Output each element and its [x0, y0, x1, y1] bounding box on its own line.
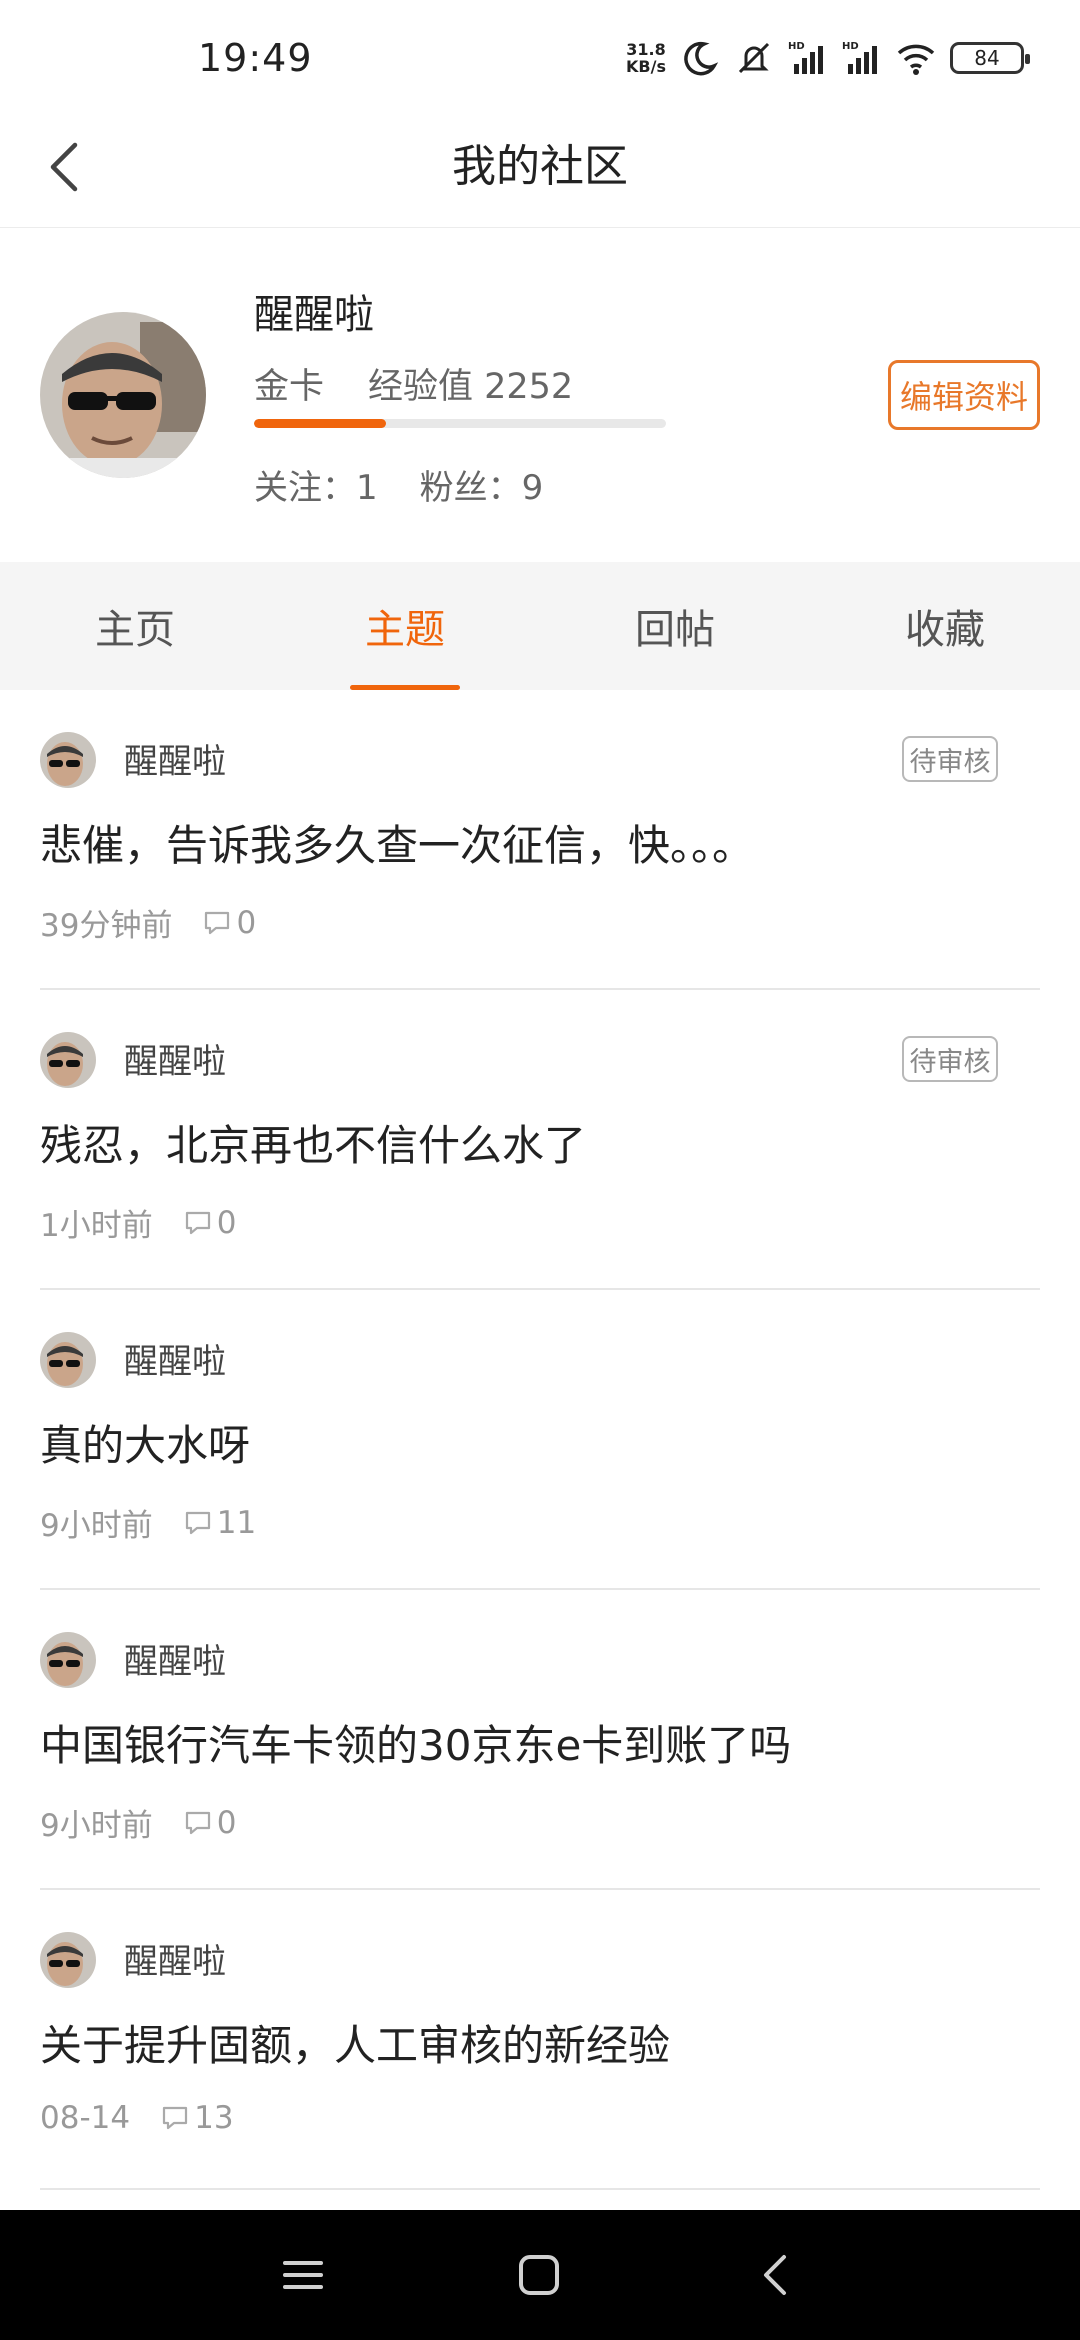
post-comment-count: 11 [216, 1504, 257, 1541]
system-back-button[interactable] [740, 2240, 810, 2310]
experience-value: 经验值 2252 [368, 367, 574, 407]
following-count[interactable]: 关注：1 [254, 460, 378, 509]
post-avatar-image [40, 1932, 96, 1988]
post-author[interactable]: 醒醒啦 [124, 1634, 226, 1683]
network-speed: 31.8 KB/s [626, 41, 666, 75]
tab-favorites[interactable]: 收藏 [810, 562, 1080, 690]
post-avatar[interactable] [40, 1632, 96, 1688]
comment-icon [205, 911, 230, 934]
comment-icon [185, 1211, 210, 1234]
post-title[interactable]: 真的大水呀 [40, 1412, 250, 1473]
battery-icon: 84 [950, 42, 1030, 74]
wifi-icon [897, 44, 935, 75]
post-time: 9小时前 [40, 1808, 153, 1844]
post-title[interactable]: 关于提升固额，人工审核的新经验 [40, 2012, 670, 2073]
post-avatar-image [40, 1332, 96, 1388]
app-header: 我的社区 [0, 110, 1080, 228]
battery-level: 84 [974, 46, 1000, 70]
post-author[interactable]: 醒醒啦 [124, 734, 226, 783]
mute-icon [738, 42, 770, 74]
post-item[interactable]: 醒醒啦 待审核残忍，北京再也不信什么水了 1小时前 0 [0, 990, 1080, 1290]
comment-icon [162, 2106, 188, 2130]
post-item[interactable]: 醒醒啦中国银行汽车卡领的30京东e卡到账了吗 9小时前 0 [0, 1590, 1080, 1890]
follow-stats: 关注：1 粉丝：9 [254, 460, 543, 509]
post-avatar[interactable] [40, 1032, 96, 1088]
svg-text:HD: HD [788, 41, 805, 52]
tab-replies[interactable]: 回帖 [540, 562, 810, 690]
tab-bar: 主页 主题 回帖 收藏 [0, 562, 1080, 690]
menu-icon [283, 2261, 323, 2289]
post-comment-count: 0 [216, 1804, 237, 1841]
divider [40, 2188, 1040, 2190]
page-title: 我的社区 [452, 141, 628, 192]
hd-signal-icon: HD [788, 41, 823, 74]
post-title[interactable]: 中国银行汽车卡领的30京东e卡到账了吗 [40, 1712, 791, 1773]
comment-icon [185, 1511, 210, 1534]
tab-topics[interactable]: 主题 [270, 562, 540, 690]
pending-review-badge: 待审核 [902, 736, 998, 782]
status-time: 19:49 [198, 36, 313, 80]
post-item[interactable]: 醒醒啦关于提升固额，人工审核的新经验 08-14 13 [0, 1890, 1080, 2190]
experience-progress-bar [254, 419, 666, 428]
profile-card: 醒醒啦 金卡 经验值 2252 关注：1 粉丝：9 编辑资料 [0, 228, 1080, 562]
post-avatar[interactable] [40, 1332, 96, 1388]
home-square-icon [519, 2255, 559, 2295]
comment-icon [185, 1811, 210, 1834]
post-time: 9小时前 [40, 1508, 153, 1544]
moon-icon [684, 41, 719, 76]
status-icons: 31.8 KB/s HD HD 84 [626, 36, 1030, 80]
post-avatar-image [40, 1632, 96, 1688]
network-speed-value: 31.8 [626, 40, 666, 59]
avatar[interactable] [40, 312, 206, 478]
post-title[interactable]: 残忍，北京再也不信什么水了 [40, 1112, 586, 1173]
experience-progress-fill [254, 419, 386, 428]
pending-review-badge: 待审核 [902, 1036, 998, 1082]
svg-text:HD: HD [842, 41, 859, 52]
network-speed-unit: KB/s [626, 57, 666, 76]
post-avatar-image [40, 1032, 96, 1088]
post-meta: 39分钟前 0 [40, 900, 256, 945]
hd-signal-icon: HD [842, 41, 877, 74]
post-author[interactable]: 醒醒啦 [124, 1334, 226, 1383]
back-triangle-icon [764, 2255, 786, 2295]
post-avatar-image [40, 732, 96, 788]
profile-name: 醒醒啦 [254, 292, 374, 338]
post-meta: 08-14 13 [40, 2100, 234, 2136]
post-comment-count: 0 [236, 904, 257, 941]
post-author[interactable]: 醒醒啦 [124, 1934, 226, 1983]
post-item[interactable]: 醒醒啦 待审核悲催，告诉我多久查一次征信，快。。。 39分钟前 0 [0, 690, 1080, 990]
post-meta: 1小时前 0 [40, 1200, 236, 1245]
post-meta: 9小时前 11 [40, 1500, 256, 1545]
post-meta: 9小时前 0 [40, 1800, 236, 1845]
post-item[interactable]: 醒醒啦真的大水呀 9小时前 11 [0, 1290, 1080, 1590]
post-avatar[interactable] [40, 1932, 96, 1988]
post-avatar[interactable] [40, 732, 96, 788]
tab-home[interactable]: 主页 [0, 562, 270, 690]
post-time: 1小时前 [40, 1208, 153, 1244]
post-author[interactable]: 醒醒啦 [124, 1034, 226, 1083]
recent-apps-button[interactable] [268, 2240, 338, 2310]
system-nav-bar [0, 2210, 1080, 2340]
home-button[interactable] [504, 2240, 574, 2310]
fans-count[interactable]: 粉丝：9 [420, 460, 544, 509]
post-comment-count: 0 [216, 1204, 237, 1241]
edit-profile-button[interactable]: 编辑资料 [888, 360, 1040, 430]
post-title[interactable]: 悲催，告诉我多久查一次征信，快。。。 [40, 812, 754, 873]
member-level: 金卡 [254, 367, 325, 407]
status-bar: 19:49 31.8 KB/s HD HD 84 [0, 0, 1080, 110]
post-comment-count: 13 [194, 2100, 234, 2136]
avatar-image [40, 312, 206, 478]
post-time: 39分钟前 [40, 908, 173, 944]
post-time: 08-14 [40, 2100, 131, 2136]
